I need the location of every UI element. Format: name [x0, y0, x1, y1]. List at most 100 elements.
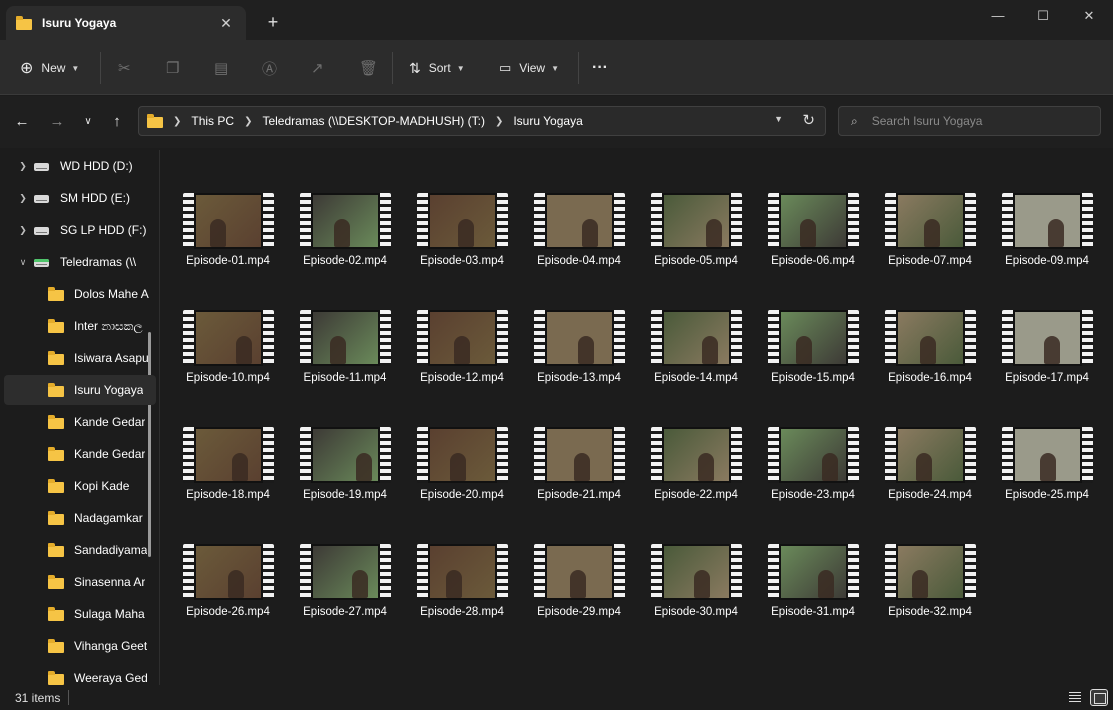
- cut-button[interactable]: ✂: [118, 54, 131, 82]
- sidebar-item[interactable]: Sulaga Maha: [4, 599, 156, 629]
- file-item[interactable]: Episode-06.mp4: [761, 193, 865, 289]
- file-item[interactable]: Episode-26.mp4: [176, 544, 280, 640]
- breadcrumb-isuru-yogaya[interactable]: Isuru Yogaya: [513, 114, 582, 128]
- sidebar-item-label: SM HDD (E:): [60, 191, 130, 205]
- file-item[interactable]: Episode-20.mp4: [410, 427, 514, 523]
- copy-button[interactable]: ❐: [166, 54, 179, 82]
- chevron-down-icon[interactable]: ∨: [12, 257, 34, 268]
- search-box[interactable]: ⌕: [838, 106, 1101, 136]
- file-item[interactable]: Episode-16.mp4: [878, 310, 982, 406]
- file-name: Episode-07.mp4: [888, 255, 972, 267]
- file-item[interactable]: Episode-21.mp4: [527, 427, 631, 523]
- file-item[interactable]: Episode-12.mp4: [410, 310, 514, 406]
- tab-isuru-yogaya[interactable]: Isuru Yogaya ✕: [6, 6, 246, 40]
- file-item[interactable]: Episode-32.mp4: [878, 544, 982, 640]
- file-item[interactable]: Episode-05.mp4: [644, 193, 748, 289]
- breadcrumb-this-pc[interactable]: This PC: [191, 114, 234, 128]
- up-button[interactable]: ↑: [106, 112, 128, 134]
- file-item[interactable]: Episode-15.mp4: [761, 310, 865, 406]
- arrow-up-icon: ↑: [113, 113, 121, 130]
- sidebar-item[interactable]: ❯ WD HDD (D:): [4, 151, 156, 181]
- sidebar-item[interactable]: Weeraya Ged: [4, 663, 156, 685]
- new-button[interactable]: ⊕ New ▼: [20, 54, 79, 82]
- paste-button[interactable]: ▤: [214, 54, 228, 82]
- search-input[interactable]: [871, 114, 1072, 128]
- video-thumbnail-icon: [885, 193, 976, 249]
- sidebar-item[interactable]: Kande Gedar: [4, 439, 156, 469]
- sidebar-item[interactable]: Isiwara Asapu: [4, 343, 156, 373]
- address-bar[interactable]: ❯ This PC ❯ Teledramas (\\DESKTOP-MADHUS…: [138, 106, 826, 136]
- sidebar-item[interactable]: ∨ Teledramas (\\: [4, 247, 156, 277]
- file-item[interactable]: Episode-31.mp4: [761, 544, 865, 640]
- file-name: Episode-30.mp4: [654, 606, 738, 618]
- close-tab-icon[interactable]: ✕: [216, 15, 236, 32]
- file-item[interactable]: Episode-18.mp4: [176, 427, 280, 523]
- file-item[interactable]: Episode-30.mp4: [644, 544, 748, 640]
- file-item[interactable]: Episode-14.mp4: [644, 310, 748, 406]
- sidebar-item[interactable]: Isuru Yogaya: [4, 375, 156, 405]
- video-thumbnail-icon: [1002, 310, 1093, 366]
- file-item[interactable]: Episode-11.mp4: [293, 310, 397, 406]
- file-item[interactable]: Episode-03.mp4: [410, 193, 514, 289]
- file-item[interactable]: Episode-02.mp4: [293, 193, 397, 289]
- file-item[interactable]: Episode-27.mp4: [293, 544, 397, 640]
- back-button[interactable]: ←: [11, 112, 33, 134]
- maximize-button[interactable]: ☐: [1028, 6, 1058, 26]
- file-item[interactable]: Episode-23.mp4: [761, 427, 865, 523]
- sidebar-item[interactable]: Vihanga Geet: [4, 631, 156, 661]
- video-thumbnail-icon: [768, 427, 859, 483]
- more-options-button[interactable]: ···: [592, 54, 608, 82]
- large-icons-view-icon[interactable]: [1090, 689, 1108, 706]
- file-item[interactable]: Episode-24.mp4: [878, 427, 982, 523]
- file-item[interactable]: Episode-17.mp4: [995, 310, 1099, 406]
- sidebar-item[interactable]: Dolos Mahe A: [4, 279, 156, 309]
- folder-icon: [16, 15, 32, 30]
- sort-button-label: Sort: [428, 61, 451, 75]
- view-button[interactable]: ▭ View ▼: [499, 54, 559, 82]
- file-item[interactable]: Episode-25.mp4: [995, 427, 1099, 523]
- file-name: Episode-29.mp4: [537, 606, 621, 618]
- rename-button[interactable]: Ⓐ: [262, 54, 277, 82]
- file-item[interactable]: Episode-28.mp4: [410, 544, 514, 640]
- file-item[interactable]: Episode-09.mp4: [995, 193, 1099, 289]
- folder-icon: [48, 286, 64, 301]
- refresh-icon[interactable]: ↻: [802, 111, 815, 129]
- minimize-button[interactable]: —: [983, 6, 1013, 26]
- drive-icon: [34, 160, 50, 173]
- file-item[interactable]: Episode-19.mp4: [293, 427, 397, 523]
- sidebar-item[interactable]: Sinasenna Ar: [4, 567, 156, 597]
- close-window-button[interactable]: ✕: [1074, 6, 1104, 26]
- file-item[interactable]: Episode-10.mp4: [176, 310, 280, 406]
- file-name: Episode-31.mp4: [771, 606, 855, 618]
- chevron-right-icon[interactable]: ❯: [12, 193, 34, 204]
- file-item[interactable]: Episode-04.mp4: [527, 193, 631, 289]
- file-name: Episode-13.mp4: [537, 372, 621, 384]
- video-thumbnail-icon: [183, 193, 274, 249]
- forward-button[interactable]: →: [46, 112, 68, 134]
- sidebar-item[interactable]: ❯ SG LP HDD (F:): [4, 215, 156, 245]
- chevron-right-icon[interactable]: ❯: [12, 225, 34, 236]
- breadcrumb-teledramas[interactable]: Teledramas (\\DESKTOP-MADHUSH) (T:): [262, 114, 484, 128]
- share-button[interactable]: ↗: [311, 54, 324, 82]
- address-dropdown-icon[interactable]: ▼: [774, 114, 783, 124]
- sidebar-item[interactable]: Kande Gedar: [4, 407, 156, 437]
- video-thumbnail-icon: [768, 310, 859, 366]
- sidebar-item[interactable]: Kopi Kade: [4, 471, 156, 501]
- file-item[interactable]: Episode-01.mp4: [176, 193, 280, 289]
- file-item[interactable]: Episode-07.mp4: [878, 193, 982, 289]
- sort-icon: ⇅: [409, 59, 421, 76]
- delete-button[interactable]: 🗑: [359, 54, 378, 82]
- details-view-icon[interactable]: [1066, 689, 1084, 706]
- new-tab-button[interactable]: +: [262, 12, 284, 34]
- chevron-right-icon[interactable]: ❯: [12, 161, 34, 172]
- video-thumbnail-icon: [417, 193, 508, 249]
- file-item[interactable]: Episode-13.mp4: [527, 310, 631, 406]
- sidebar-item[interactable]: Nadagamkar: [4, 503, 156, 533]
- sidebar-item[interactable]: Sandadiyama: [4, 535, 156, 565]
- recent-locations-button[interactable]: ∨: [77, 112, 99, 134]
- file-item[interactable]: Episode-22.mp4: [644, 427, 748, 523]
- sort-button[interactable]: ⇅ Sort ▼: [409, 54, 465, 82]
- sidebar-item[interactable]: Inter නාසකල: [4, 311, 156, 341]
- sidebar-item[interactable]: ❯ SM HDD (E:): [4, 183, 156, 213]
- file-item[interactable]: Episode-29.mp4: [527, 544, 631, 640]
